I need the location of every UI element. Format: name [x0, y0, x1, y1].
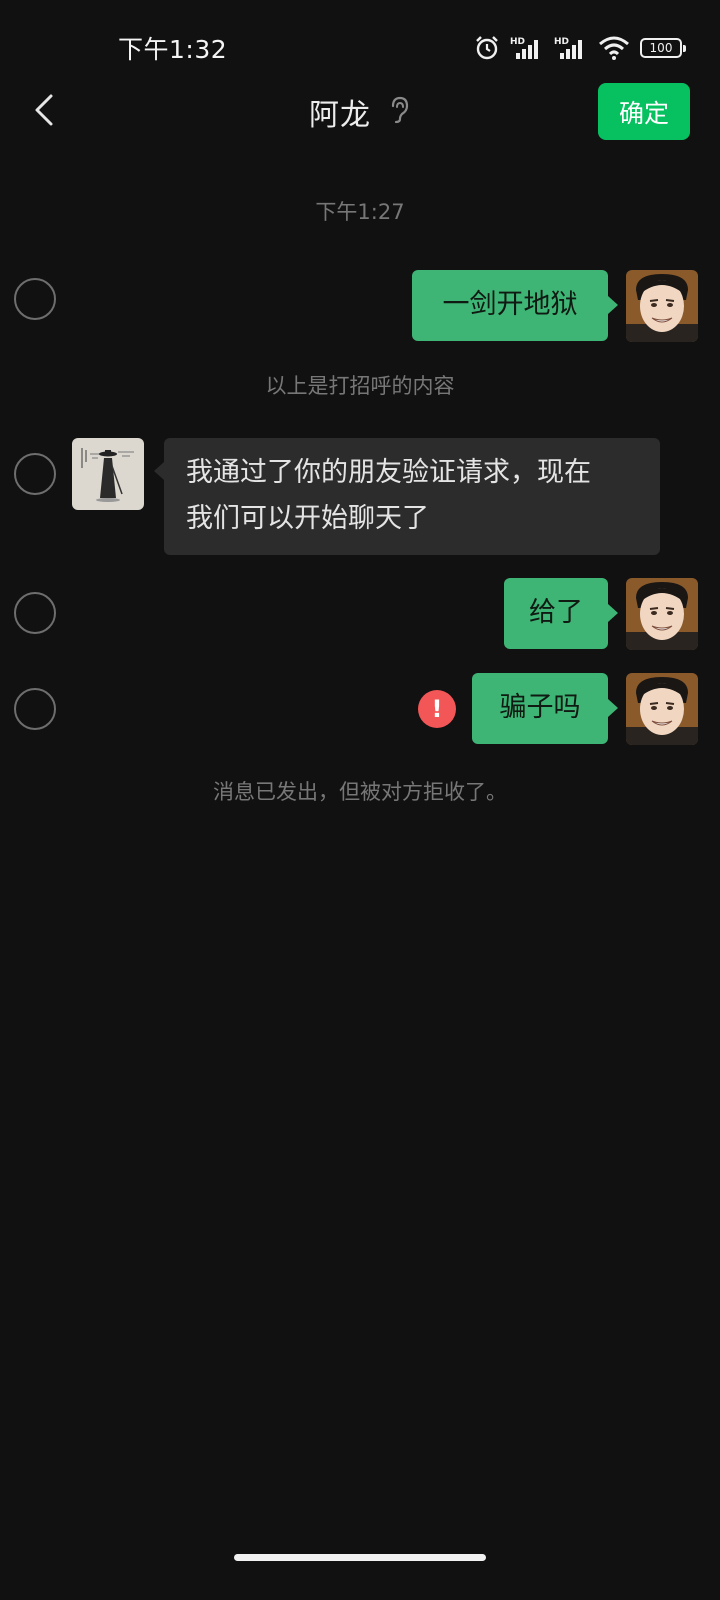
message-timestamp: 下午1:27 [315, 200, 405, 224]
select-circle[interactable] [14, 278, 56, 320]
message-bubble[interactable]: 骗子吗 [472, 673, 618, 744]
battery-icon: 100 [640, 38, 686, 58]
svg-text:HD: HD [554, 37, 569, 47]
status-icons: HD HD 100 [474, 34, 686, 62]
avatar[interactable] [626, 270, 698, 342]
alarm-icon [474, 35, 500, 61]
home-indicator[interactable] [234, 1554, 486, 1561]
contact-avatar[interactable] [72, 438, 144, 510]
svg-text:HD: HD [510, 37, 525, 47]
hd-signal-icon: HD [510, 35, 544, 61]
message-text: 骗子吗 [499, 692, 581, 723]
rejected-note: 消息已发出，但被对方拒收了。 [213, 780, 507, 804]
status-time: 下午1:32 [118, 35, 228, 64]
message-bubble[interactable]: 我通过了你的朋友验证请求，现在 我们可以开始聊天了 [154, 438, 660, 555]
avatar[interactable] [626, 578, 698, 650]
message-text: 一剑开地狱 [442, 289, 578, 320]
message-text-line: 我通过了你的朋友验证请求，现在 [186, 457, 591, 488]
confirm-button[interactable]: 确定 [598, 83, 690, 140]
message-text-line: 我们可以开始聊天了 [186, 503, 429, 534]
message-bubble[interactable]: 一剑开地狱 [412, 270, 618, 341]
select-circle[interactable] [14, 592, 56, 634]
ear-icon [389, 96, 411, 128]
message-text: 给了 [529, 597, 583, 628]
chat-header: 阿龙 确定 [0, 80, 720, 146]
select-circle[interactable] [14, 688, 56, 730]
page-title: 阿龙 [309, 98, 371, 133]
wifi-icon [598, 35, 630, 61]
greeting-note: 以上是打招呼的内容 [265, 374, 455, 398]
battery-level: 100 [649, 41, 673, 55]
error-icon[interactable]: ! [418, 690, 456, 728]
select-circle[interactable] [14, 453, 56, 495]
message-bubble[interactable]: 给了 [504, 578, 618, 649]
avatar[interactable] [626, 673, 698, 745]
hd-signal-icon: HD [554, 35, 588, 61]
navigation-bar [0, 1540, 720, 1600]
